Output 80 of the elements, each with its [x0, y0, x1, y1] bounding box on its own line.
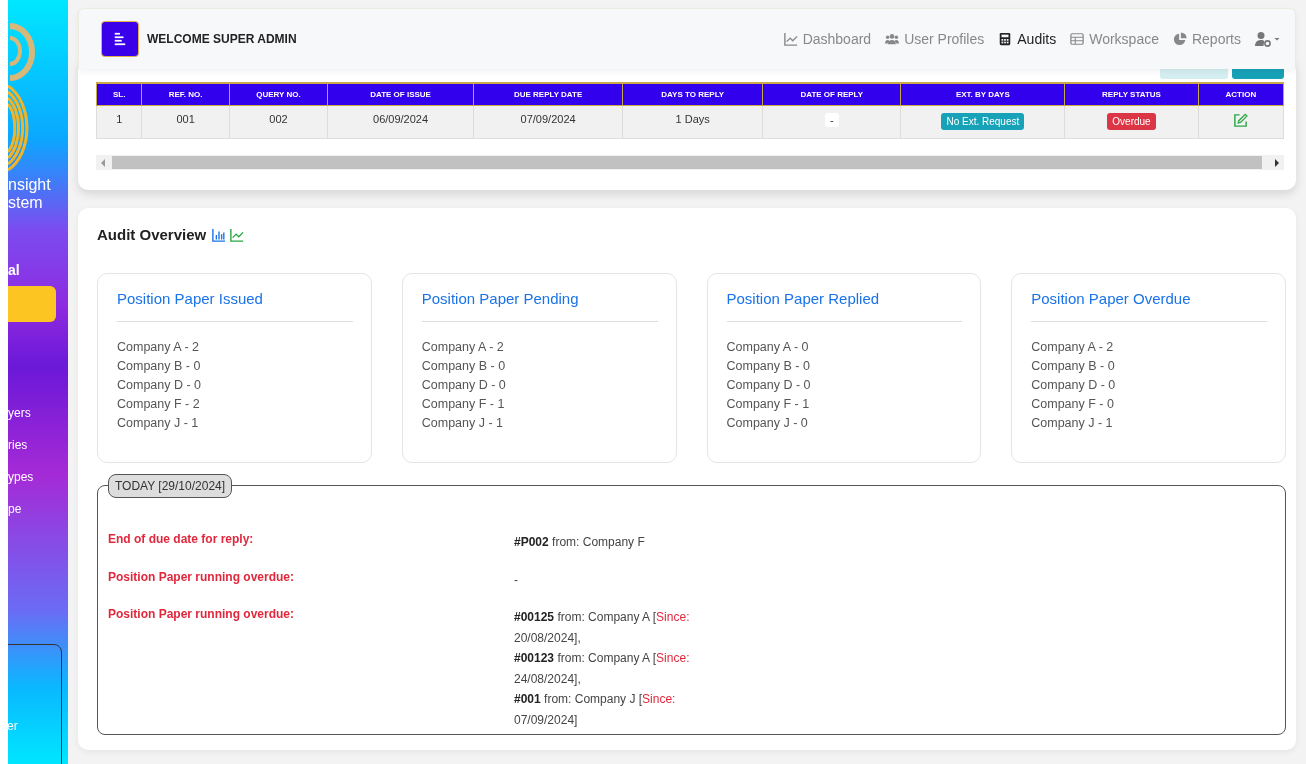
column-header: REPLY STATUS — [1064, 83, 1199, 106]
line-chart-icon[interactable] — [230, 227, 245, 242]
welcome-title: WELCOME SUPER ADMIN — [147, 32, 297, 46]
company-count: Company J - 0 — [726, 416, 809, 430]
sidebar-item[interactable]: pe — [8, 502, 68, 516]
company-count: Company F - 2 — [117, 397, 201, 411]
company-count: Company F - 1 — [726, 397, 811, 411]
nav-link[interactable]: User Profiles — [885, 31, 985, 47]
table-cell: 002 — [229, 105, 328, 139]
company-count: Company A - 2 — [117, 340, 200, 354]
horizontal-scrollbar[interactable] — [96, 155, 1284, 170]
date-legend: TODAY [29/10/2024] — [108, 474, 233, 498]
column-header: DATE OF ISSUE — [327, 83, 474, 106]
nav-link[interactable]: Audits — [998, 31, 1057, 47]
brand-text: nsight — [8, 176, 52, 194]
chart-icon — [783, 32, 798, 46]
sidebar-item[interactable]: ries — [8, 438, 68, 452]
notice-entry: #P002 from: Company F — [514, 534, 646, 551]
user-gear-icon — [1255, 31, 1271, 47]
notice-label: Position Paper running overdue: — [108, 607, 296, 623]
card-title: Position Paper Replied — [726, 290, 963, 322]
edit-icon[interactable] — [1233, 113, 1249, 128]
table-cell: 07/09/2024 — [473, 105, 623, 139]
scroll-left-icon[interactable] — [100, 158, 106, 167]
column-header: QUERY NO. — [229, 83, 328, 106]
notice-entry: #001 from: Company J [Since: 07/09/2024] — [514, 691, 677, 729]
card-title: Position Paper Issued — [117, 290, 353, 322]
company-count: Company B - 0 — [1031, 359, 1116, 373]
table-cell: 1 Days — [622, 105, 763, 139]
company-count: Company J - 1 — [1031, 416, 1114, 430]
company-count: Company F - 1 — [421, 397, 506, 411]
user-menu[interactable] — [1255, 31, 1281, 47]
column-header: EXT. BY DAYS — [900, 83, 1065, 106]
column-header: DATE OF REPLY — [762, 83, 901, 106]
scroll-right-icon[interactable] — [1274, 158, 1280, 167]
menu-button[interactable] — [101, 21, 139, 57]
company-count: Company B - 0 — [117, 359, 202, 373]
empty-value: - — [824, 113, 839, 127]
nav-link[interactable]: Reports — [1172, 31, 1241, 47]
nav-link[interactable]: Dashboard — [783, 31, 872, 47]
company-count: Company D - 0 — [117, 378, 203, 392]
company-count: Company A - 2 — [421, 340, 505, 354]
table-cell: 1 — [96, 105, 142, 139]
company-count: Company A - 2 — [1031, 340, 1115, 354]
table-cell: 06/09/2024 — [327, 105, 474, 139]
bar-chart-icon[interactable] — [212, 227, 227, 242]
column-header: DAYS TO REPLY — [622, 83, 763, 106]
menu-icon[interactable] — [113, 32, 127, 46]
calculator-icon — [998, 32, 1013, 46]
sidebar-item[interactable]: yers — [8, 406, 68, 420]
company-count: Company B - 0 — [421, 359, 507, 373]
column-header: DUE REPLY DATE — [473, 83, 623, 106]
company-count: Company D - 0 — [1031, 378, 1117, 392]
section-title: Audit Overview — [97, 226, 207, 243]
company-count: Company A - 0 — [726, 340, 810, 354]
company-count: Company D - 0 — [726, 378, 812, 392]
sidebar-item[interactable]: ypes — [8, 470, 68, 484]
section-label: al — [8, 262, 21, 278]
brand-text: stem — [8, 194, 44, 212]
company-count: Company J - 1 — [421, 416, 505, 430]
notice-label: Position Paper running overdue: — [108, 569, 296, 586]
pie-chart-icon — [1172, 32, 1187, 46]
users-icon — [885, 32, 900, 46]
status-badge: Overdue — [1107, 113, 1156, 130]
notice-label: End of due date for reply: — [108, 532, 255, 548]
status-badge: No Ext. Request — [941, 113, 1025, 130]
caret-icon — [1273, 35, 1281, 43]
column-header: SL. — [96, 83, 142, 106]
nav-link[interactable]: Workspace — [1070, 31, 1159, 47]
company-count: Company F - 0 — [1031, 397, 1115, 411]
column-header: REF. NO. — [141, 83, 230, 106]
notice-entry: - — [514, 571, 519, 589]
company-count: Company J - 1 — [117, 416, 200, 430]
table-icon — [1070, 32, 1085, 46]
company-count: Company B - 0 — [726, 359, 811, 373]
table-cell: 001 — [141, 105, 230, 139]
column-header: ACTION — [1198, 83, 1284, 106]
card-title: Position Paper Overdue — [1031, 290, 1267, 322]
card-title: Position Paper Pending — [421, 290, 658, 322]
company-count: Company D - 0 — [421, 378, 507, 392]
